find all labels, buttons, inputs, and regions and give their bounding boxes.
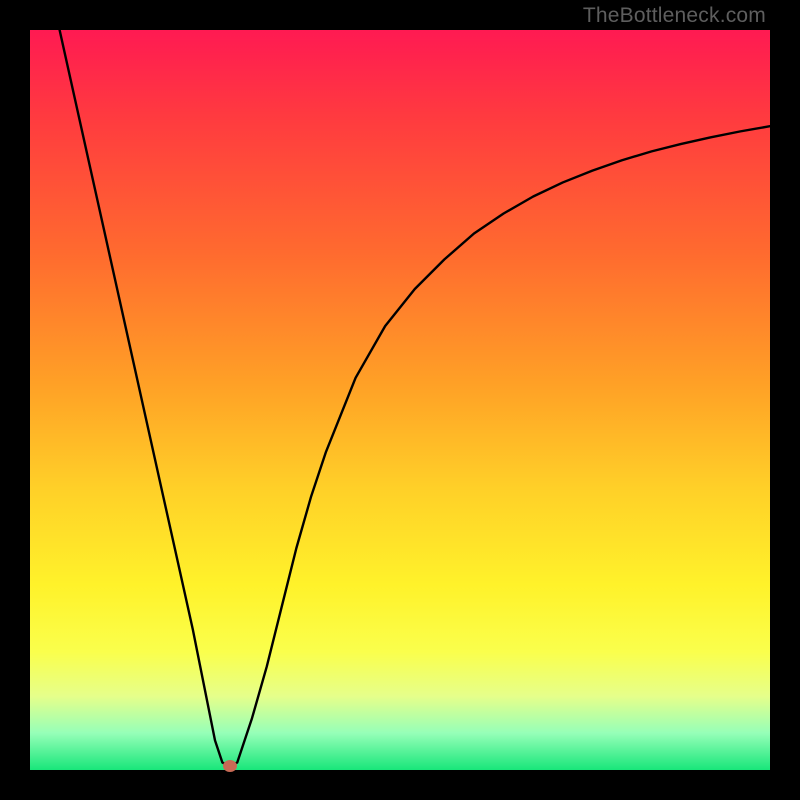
watermark-label: TheBottleneck.com (583, 4, 766, 28)
chart-frame: TheBottleneck.com (0, 0, 800, 800)
bottleneck-curve (30, 30, 770, 770)
plot-area (30, 30, 770, 770)
minimum-marker (223, 760, 237, 772)
